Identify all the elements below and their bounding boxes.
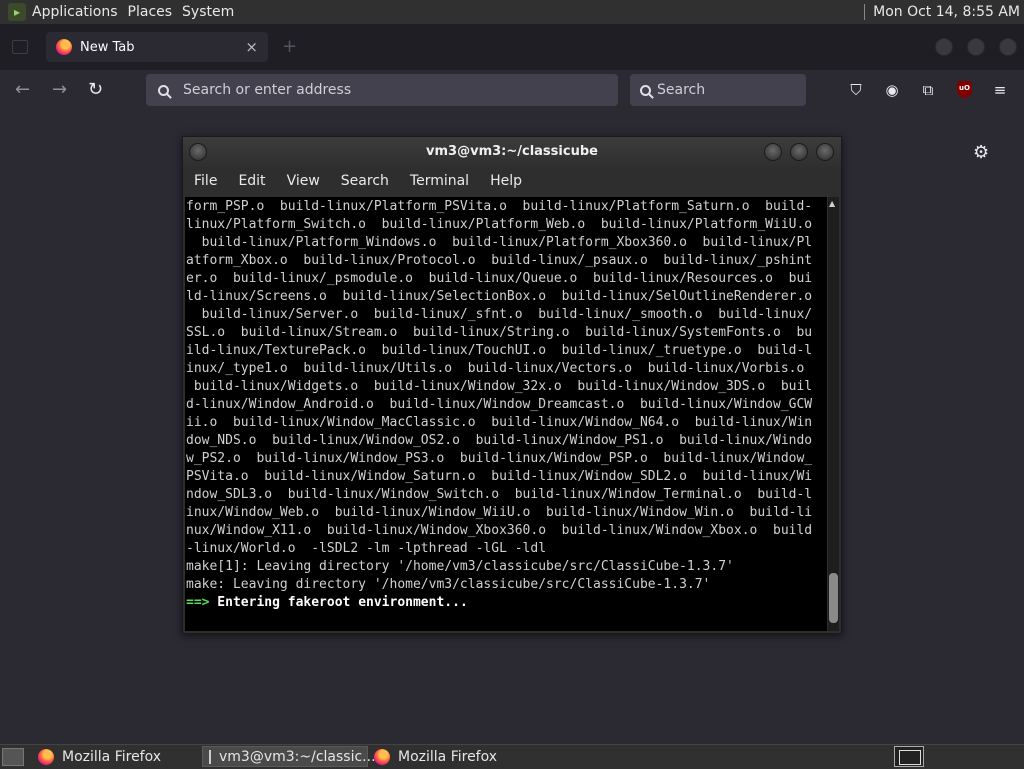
terminal-line: build-linux/Widgets.o build-linux/Window… [186,379,813,394]
terminal-line: inux/_type1.o build-linux/Utils.o build-… [186,361,805,376]
terminal-menubar: File Edit View Search Terminal Help [183,167,841,195]
nav-bar: ← → ↻ Search or enter address Search ⛉ ◉… [0,70,1024,110]
prompt-text: Entering fakeroot environment... [209,595,468,610]
scrollbar-thumb[interactable] [829,573,838,623]
taskbar-item-terminal[interactable]: vm3@vm3:~/classic... [202,746,376,767]
terminal-line: dow_NDS.o build-linux/Window_OS2.o build… [186,433,813,448]
tab-title: New Tab [80,39,135,55]
search-icon [158,84,169,96]
terminal-line: er.o build-linux/_psmodule.o build-linux… [186,271,813,286]
scroll-up-arrow-icon[interactable]: ▲ [829,199,835,208]
menu-search[interactable]: Search [341,173,389,189]
minimize-button[interactable] [764,143,782,161]
terminal-line: linux/Platform_Switch.o build-linux/Plat… [186,217,813,232]
terminal-line: ild-linux/TexturePack.o build-linux/Touc… [186,343,813,358]
close-window-button[interactable] [999,38,1017,56]
terminal-line: build-linux/Server.o build-linux/_sfnt.o… [186,307,813,322]
terminal-line: form_PSP.o build-linux/Platform_PSVita.o… [186,199,813,214]
show-desktop-icon[interactable] [2,748,24,766]
taskbar-item-label: Mozilla Firefox [62,748,162,765]
taskbar: Mozilla Firefox vm3@vm3:~/classic... Moz… [0,744,1024,769]
firefox-logo-icon [56,39,72,55]
url-bar[interactable]: Search or enter address [146,74,618,106]
back-arrow-icon[interactable]: ← [15,80,30,100]
terminal-line: atform_Xbox.o build-linux/Protocol.o bui… [186,253,813,268]
terminal-line: make[1]: Leaving directory '/home/vm3/cl… [186,559,734,574]
terminal-line: make: Leaving directory '/home/vm3/class… [186,577,711,592]
places-menu[interactable]: Places [128,4,181,20]
terminal-titlebar[interactable]: vm3@vm3:~/classicube [183,137,841,167]
forward-arrow-icon[interactable]: → [52,80,67,100]
taskbar-item-label: vm3@vm3:~/classic... [219,748,376,765]
panel-separator [864,4,866,20]
terminal-app-icon[interactable]: ▸ [8,3,26,21]
terminal-line: ndow_SDL3.o build-linux/Window_Switch.o … [186,487,813,502]
ublock-origin-icon[interactable]: uO [957,81,972,98]
minimize-button[interactable] [935,38,953,56]
menu-view[interactable]: View [287,173,320,189]
tab-new-tab[interactable]: New Tab × [46,32,268,62]
tab-strip: New Tab × + [0,24,1024,70]
terminal-line: SSL.o build-linux/Stream.o build-linux/S… [186,325,813,340]
terminal-line: -linux/World.o -lSDL2 -lm -lpthread -lGL… [186,541,547,556]
terminal-scrollbar[interactable]: ▲ [828,197,839,631]
terminal-line: w_PS2.o build-linux/Window_PS3.o build-l… [186,451,813,466]
terminal-line: PSVita.o build-linux/Window_Saturn.o bui… [186,469,813,484]
terminal-icon [209,749,211,764]
url-placeholder: Search or enter address [183,82,352,98]
menu-terminal[interactable]: Terminal [410,173,469,189]
new-tab-icon[interactable]: + [282,36,297,57]
clock[interactable]: Mon Oct 14, 8:55 AM [873,4,1020,20]
firefox-logo-icon [38,748,54,765]
menu-file[interactable]: File [194,173,217,189]
terminal-line: d-linux/Window_Android.o build-linux/Win… [186,397,813,412]
top-panel: ▸ Applications Places System Mon Oct 14,… [0,0,1024,24]
taskbar-item-label: Mozilla Firefox [398,748,498,765]
terminal-line: ld-linux/Screens.o build-linux/Selection… [186,289,813,304]
terminal-line: build-linux/Platform_Windows.o build-lin… [186,235,813,250]
search-bar[interactable]: Search [630,74,806,106]
account-icon[interactable]: ◉ [884,82,900,98]
firefox-logo-icon [374,748,390,765]
taskbar-item-firefox-2[interactable]: Mozilla Firefox [368,746,534,767]
close-button[interactable] [816,143,834,161]
applications-menu[interactable]: Applications [32,4,126,20]
maximize-button[interactable] [967,38,985,56]
firefox-view-icon[interactable] [12,40,28,54]
menu-help[interactable]: Help [490,173,522,189]
tab-close-icon[interactable]: × [245,38,258,56]
system-menu[interactable]: System [182,4,242,20]
search-placeholder: Search [657,82,706,98]
terminal-prompt-line: ==> Entering fakeroot environment... [186,594,827,612]
maximize-button[interactable] [790,143,808,161]
extensions-icon[interactable]: ⧉ [920,82,936,98]
terminal-title: vm3@vm3:~/classicube [426,144,598,159]
clock-area: Mon Oct 14, 8:55 AM [864,0,1020,24]
window-menu-button[interactable] [189,143,207,161]
pocket-icon[interactable]: ⛉ [848,82,864,98]
workspace-switcher[interactable] [894,746,924,767]
prompt-arrow: ==> [186,595,210,610]
terminal-output[interactable]: form_PSP.o build-linux/Platform_PSVita.o… [185,197,827,631]
search-icon [640,84,651,96]
workspace-preview [899,750,921,765]
menu-edit[interactable]: Edit [238,173,265,189]
terminal-line: nux/Window_X11.o build-linux/Window_Xbox… [186,523,813,538]
reload-icon[interactable]: ↻ [88,80,103,100]
terminal-lines: form_PSP.o build-linux/Platform_PSVita.o… [186,198,827,594]
gear-icon[interactable]: ⚙ [973,142,989,163]
hamburger-menu-icon[interactable]: ≡ [992,82,1008,98]
taskbar-item-firefox-1[interactable]: Mozilla Firefox [32,746,198,767]
terminal-window: vm3@vm3:~/classicube File Edit View Sear… [182,136,842,634]
terminal-line: inux/Window_Web.o build-linux/Window_Wii… [186,505,813,520]
terminal-line: ii.o build-linux/Window_MacClassic.o bui… [186,415,813,430]
